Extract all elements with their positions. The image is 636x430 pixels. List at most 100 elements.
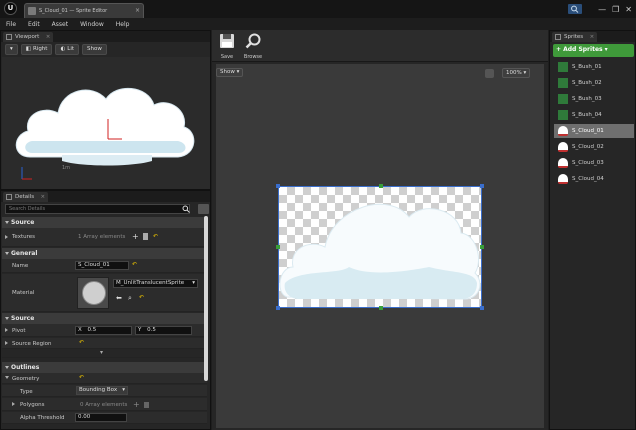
menu-file[interactable]: File — [6, 21, 16, 28]
sprite-asset-icon — [28, 7, 36, 15]
lock-icon[interactable] — [485, 69, 494, 78]
chevron-down-icon: ▾ — [10, 46, 13, 52]
view-options-icon[interactable] — [198, 204, 209, 214]
sprites-icon — [555, 34, 561, 40]
tab-sprites[interactable]: Sprites × — [552, 32, 598, 42]
chevron-down-icon: ▾ — [122, 387, 125, 393]
material-dropdown[interactable]: M_UnlitTranslucentSprite ▾ — [113, 279, 198, 288]
expand-arrow-icon[interactable] — [5, 235, 8, 239]
close-tab-icon[interactable]: × — [135, 4, 140, 18]
resize-handle[interactable] — [379, 184, 383, 188]
document-tab[interactable]: S_Cloud_01 — Sprite Editor × — [24, 3, 144, 18]
pivot-y-axis-label: Y — [138, 327, 142, 333]
category-outlines[interactable]: Outlines — [2, 362, 207, 373]
close-tab-icon[interactable]: × — [40, 192, 45, 202]
tab-viewport[interactable]: Viewport × — [3, 32, 54, 42]
browse-label: Browse — [243, 54, 263, 60]
sprite-item-cloud-03[interactable]: S_Cloud_03 — [554, 156, 634, 170]
canvas-show-label: Show — [220, 69, 235, 75]
resize-handle[interactable] — [379, 306, 383, 310]
delete-icon[interactable] — [144, 402, 149, 408]
menu-asset[interactable]: Asset — [52, 21, 68, 28]
sprite-item-bush-02[interactable]: S_Bush_02 — [554, 76, 634, 90]
menu-help[interactable]: Help — [116, 21, 130, 28]
browse-button[interactable]: Browse — [241, 32, 265, 60]
zoom-dropdown[interactable]: 100% ▾ — [502, 68, 531, 78]
menu-window[interactable]: Window — [80, 21, 104, 28]
pivot-row: Pivot X 0.5 Y 0.5 — [2, 324, 207, 337]
sprite-item-label: S_Bush_04 — [572, 112, 602, 118]
resize-handle[interactable] — [480, 245, 484, 249]
bush-thumbnail-icon — [558, 110, 568, 120]
category-general[interactable]: General — [2, 248, 207, 259]
alpha-threshold-label: Alpha Threshold — [20, 415, 65, 421]
add-element-icon[interactable]: + — [133, 400, 140, 409]
reset-icon[interactable]: ↶ — [79, 374, 84, 381]
sprite-item-cloud-02[interactable]: S_Cloud_02 — [554, 140, 634, 154]
advanced-expander[interactable]: ▾ — [2, 349, 207, 358]
canvas-show-button[interactable]: Show ▾ — [216, 68, 244, 77]
resize-handle[interactable] — [480, 184, 484, 188]
category-source[interactable]: Source — [2, 313, 207, 324]
reset-icon[interactable]: ↶ — [153, 233, 158, 240]
resize-handle[interactable] — [480, 306, 484, 310]
resize-handle[interactable] — [276, 245, 280, 249]
viewport-options-button[interactable]: ▾ — [5, 44, 18, 55]
expand-arrow-icon[interactable] — [12, 402, 15, 406]
reset-icon[interactable]: ↶ — [132, 261, 137, 268]
resize-handle[interactable] — [276, 184, 280, 188]
expand-arrow-icon[interactable] — [5, 328, 8, 332]
search-icon[interactable] — [182, 205, 190, 213]
name-field[interactable]: S_Cloud_01 — [75, 261, 129, 270]
browse-magnifier-icon[interactable]: ⌕ — [128, 294, 132, 303]
delete-icon[interactable] — [143, 233, 148, 240]
add-element-icon[interactable]: + — [132, 232, 139, 241]
expand-arrow-icon[interactable] — [5, 341, 8, 345]
collapse-arrow-icon[interactable] — [5, 376, 9, 379]
pivot-y-field[interactable]: Y 0.5 — [135, 326, 192, 335]
lightbulb-icon: ◐ — [60, 46, 66, 52]
maximize-button[interactable]: ❐ — [612, 5, 619, 14]
view-mode-button[interactable]: ◧ Right — [20, 44, 53, 55]
type-dropdown[interactable]: Bounding Box ▾ — [76, 386, 128, 395]
reset-icon[interactable]: ↶ — [139, 294, 144, 301]
sprite-item-bush-04[interactable]: S_Bush_04 — [554, 108, 634, 122]
search-icon[interactable] — [568, 4, 582, 14]
sprite-item-cloud-04[interactable]: S_Cloud_04 — [554, 172, 634, 186]
close-tab-icon[interactable]: × — [46, 32, 51, 42]
viewport-canvas[interactable]: 1m — [2, 57, 210, 189]
lit-label: Lit — [67, 46, 75, 52]
sprites-tab-header: Sprites × — [550, 31, 635, 42]
add-sprites-button[interactable]: + Add Sprites ▾ — [553, 44, 634, 57]
reset-icon[interactable]: ↶ — [79, 339, 84, 346]
material-thumbnail[interactable] — [77, 277, 109, 309]
show-button[interactable]: Show — [82, 44, 107, 55]
lit-mode-button[interactable]: ◐ Lit — [55, 44, 80, 55]
use-selected-arrow-icon[interactable]: ⬅ — [116, 294, 122, 302]
category-source-top[interactable]: Source — [2, 217, 207, 228]
menu-edit[interactable]: Edit — [28, 21, 40, 28]
minimize-button[interactable]: — — [598, 5, 606, 14]
source-region-row: Source Region ↶ — [2, 338, 207, 349]
details-search-input[interactable]: Search Details — [5, 204, 190, 214]
close-window-button[interactable]: ✕ — [625, 5, 632, 14]
details-tab-label: Details — [15, 194, 35, 200]
name-row: Name S_Cloud_01 ↶ — [2, 259, 207, 273]
close-tab-icon[interactable]: × — [590, 32, 595, 42]
geometry-label: Geometry — [12, 376, 40, 382]
details-scrollbar[interactable] — [204, 216, 208, 381]
sprite-item-bush-03[interactable]: S_Bush_03 — [554, 92, 634, 106]
tab-details[interactable]: Details × — [3, 192, 49, 202]
material-sphere-icon — [82, 281, 106, 305]
save-button[interactable]: Save — [215, 32, 239, 60]
resize-handle[interactable] — [276, 306, 280, 310]
sprite-bounds-frame[interactable] — [276, 184, 484, 310]
alpha-threshold-field[interactable]: 0.00 — [75, 413, 127, 422]
camera-icon: ◧ — [25, 46, 31, 52]
unreal-logo-icon[interactable]: U — [4, 2, 17, 15]
sprite-item-bush-01[interactable]: S_Bush_01 — [554, 60, 634, 74]
pivot-x-field[interactable]: X 0.5 — [75, 326, 132, 335]
sprite-item-cloud-01[interactable]: S_Cloud_01 — [554, 124, 634, 138]
source-region-label: Source Region — [12, 341, 52, 347]
document-tab-label: S_Cloud_01 — Sprite Editor — [39, 8, 108, 14]
